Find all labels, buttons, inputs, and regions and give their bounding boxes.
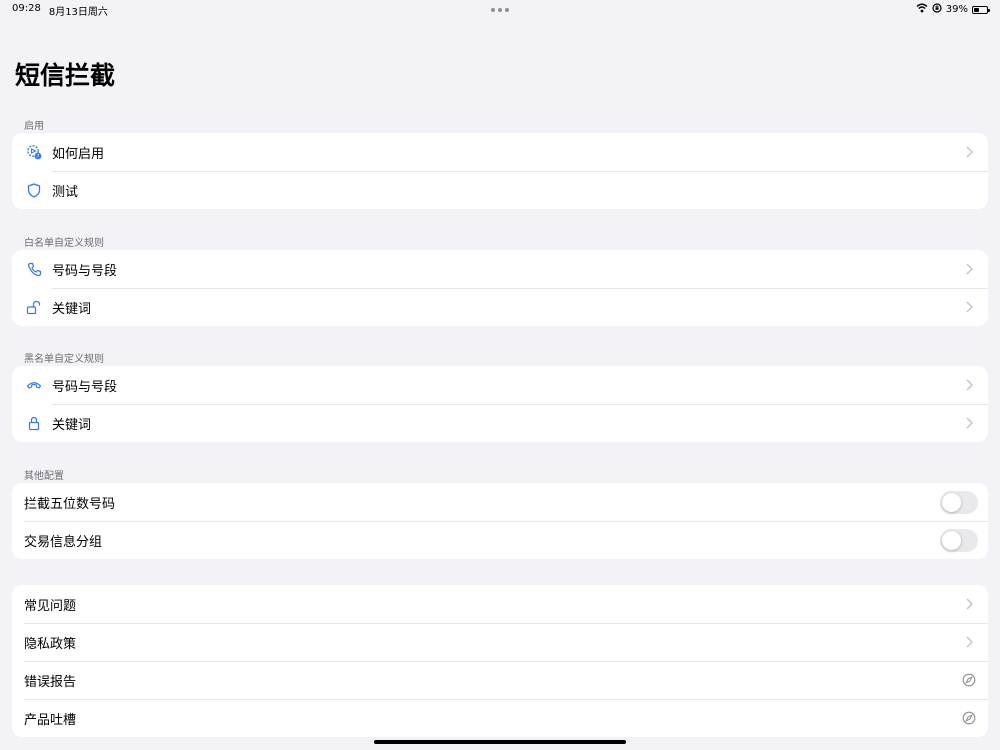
gear-question-icon: ? bbox=[26, 144, 42, 160]
row-whitelist-keywords[interactable]: 关键词 bbox=[12, 288, 988, 326]
chevron-right-icon bbox=[962, 379, 976, 391]
multitasking-dots-icon[interactable] bbox=[491, 8, 509, 12]
chevron-right-icon bbox=[962, 263, 976, 275]
row-label: 号码与号段 bbox=[52, 379, 118, 395]
status-time: 09:28 bbox=[12, 3, 41, 14]
row-label: 关键词 bbox=[52, 417, 92, 433]
chevron-right-icon bbox=[962, 636, 976, 648]
svg-text:?: ? bbox=[37, 154, 40, 160]
chevron-right-icon bbox=[962, 146, 976, 158]
row-whitelist-numbers[interactable]: 号码与号段 bbox=[12, 250, 988, 288]
section-header-whitelist: 白名单自定义规则 bbox=[24, 238, 104, 249]
status-bar: 09:28 8月13日周六 39% bbox=[0, 0, 1000, 20]
row-blacklist-keywords[interactable]: 关键词 bbox=[12, 404, 988, 442]
wifi-icon bbox=[916, 3, 928, 16]
compass-icon bbox=[962, 673, 976, 687]
row-label: 隐私政策 bbox=[24, 636, 77, 652]
row-label: 常见问题 bbox=[24, 598, 77, 614]
row-faq[interactable]: 常见问题 bbox=[12, 585, 988, 623]
row-bug-report[interactable]: 错误报告 bbox=[12, 661, 988, 699]
group-support: 常见问题 隐私政策 错误报告 产品吐槽 bbox=[12, 585, 988, 737]
row-label: 产品吐槽 bbox=[24, 712, 77, 728]
row-label: 测试 bbox=[52, 184, 79, 200]
section-header-blacklist: 黑名单自定义规则 bbox=[24, 354, 104, 365]
lock-icon bbox=[26, 415, 42, 431]
row-label: 号码与号段 bbox=[52, 263, 118, 279]
row-label: 关键词 bbox=[52, 301, 92, 317]
section-header-other: 其他配置 bbox=[24, 471, 64, 482]
phone-icon bbox=[26, 261, 42, 277]
chevron-right-icon bbox=[962, 598, 976, 610]
row-transaction-grouping: 交易信息分组 bbox=[12, 521, 988, 559]
battery-icon bbox=[972, 5, 990, 14]
group-enable: ? 如何启用 测试 bbox=[12, 133, 988, 209]
toggle-knob bbox=[942, 492, 961, 512]
shield-icon bbox=[26, 182, 42, 198]
battery-fill bbox=[974, 7, 979, 12]
row-how-to-enable[interactable]: ? 如何启用 bbox=[12, 133, 988, 171]
row-product-feedback[interactable]: 产品吐槽 bbox=[12, 699, 988, 737]
home-indicator[interactable] bbox=[374, 740, 626, 744]
row-privacy-policy[interactable]: 隐私政策 bbox=[12, 623, 988, 661]
block-five-digit-toggle[interactable] bbox=[940, 490, 978, 514]
section-header-enable: 启用 bbox=[24, 121, 44, 132]
chevron-right-icon bbox=[962, 301, 976, 313]
group-blacklist: 号码与号段 关键词 bbox=[12, 366, 988, 442]
row-label: 拦截五位数号码 bbox=[24, 496, 116, 512]
row-test[interactable]: 测试 bbox=[12, 171, 988, 209]
status-date: 8月13日周六 bbox=[48, 7, 108, 18]
row-block-five-digit: 拦截五位数号码 bbox=[12, 483, 988, 521]
orientation-lock-icon bbox=[932, 3, 942, 16]
phone-down-icon bbox=[26, 377, 42, 393]
group-whitelist: 号码与号段 关键词 bbox=[12, 250, 988, 326]
compass-icon bbox=[962, 711, 976, 725]
page-title: 短信拦截 bbox=[15, 61, 116, 90]
unlock-icon bbox=[26, 299, 42, 315]
row-blacklist-numbers[interactable]: 号码与号段 bbox=[12, 366, 988, 404]
toggle-knob bbox=[942, 530, 961, 550]
row-label: 如何启用 bbox=[52, 146, 105, 162]
transaction-grouping-toggle[interactable] bbox=[940, 528, 978, 552]
chevron-right-icon bbox=[962, 417, 976, 429]
row-label: 交易信息分组 bbox=[24, 534, 103, 550]
row-label: 错误报告 bbox=[24, 674, 77, 690]
group-other: 拦截五位数号码 交易信息分组 bbox=[12, 483, 988, 559]
battery-percentage: 39% bbox=[945, 4, 968, 15]
